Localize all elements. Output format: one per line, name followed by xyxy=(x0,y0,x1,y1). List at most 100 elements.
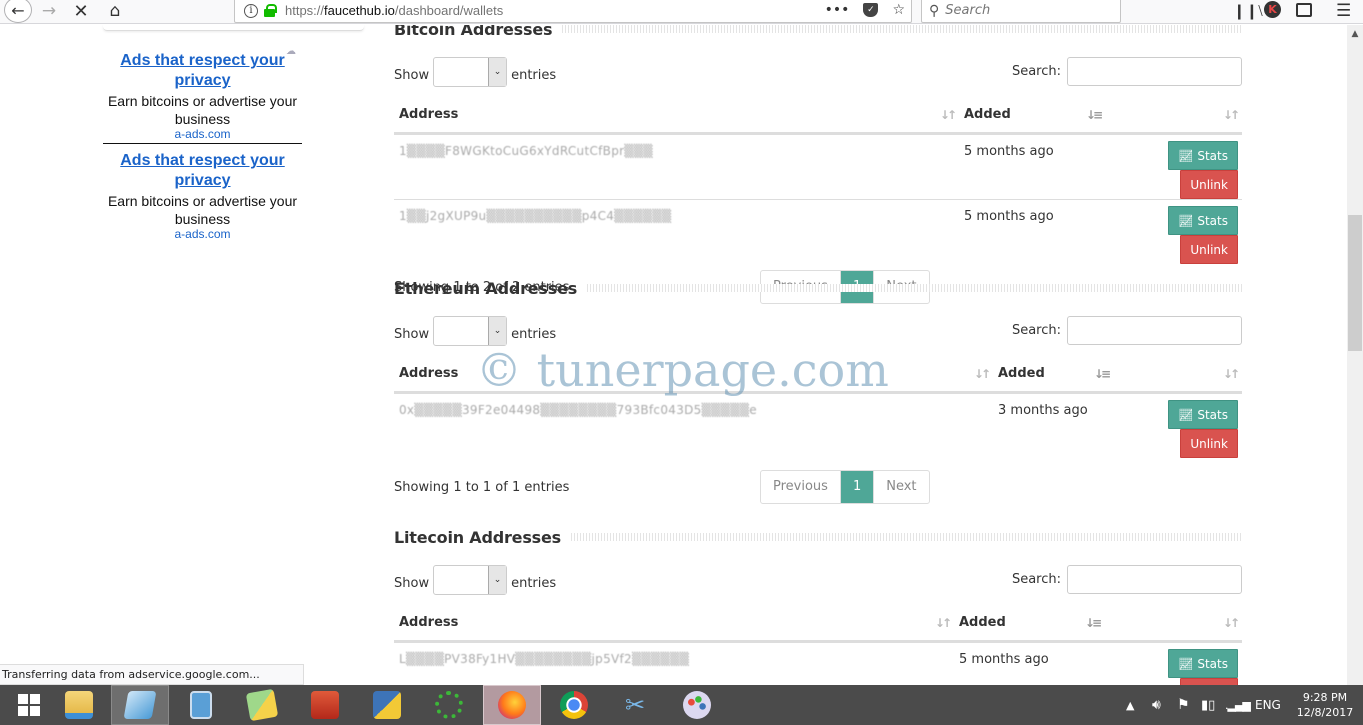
entries-label: entries xyxy=(511,326,557,342)
column-header-address[interactable]: Address ↓↑ xyxy=(394,97,959,135)
taskbar-firefox[interactable] xyxy=(483,685,541,725)
home-button[interactable]: ⌂ xyxy=(104,0,126,22)
column-header-address[interactable]: Address ↓↑ xyxy=(394,605,954,643)
more-actions-icon[interactable]: ••• xyxy=(825,2,850,18)
unlink-button[interactable]: Unlink xyxy=(1180,677,1238,685)
taskbar-calculator[interactable] xyxy=(172,685,230,725)
stats-button[interactable]: 📈︎ Stats xyxy=(1168,399,1238,429)
sort-icon[interactable]: ↓↑ xyxy=(974,367,991,381)
column-header-actions[interactable]: ↓↑ xyxy=(1104,605,1242,643)
paint-palette-icon xyxy=(683,691,711,719)
column-header-address[interactable]: Address ↓↑ xyxy=(394,356,993,394)
notepad-icon xyxy=(123,691,157,719)
forward-button[interactable]: → xyxy=(38,0,60,22)
taskbar-paint[interactable] xyxy=(668,685,726,725)
ad-title-link[interactable]: Ads that respect your privacy xyxy=(103,151,302,191)
column-header-added[interactable]: Added ↓≡ xyxy=(954,605,1104,643)
column-header-actions[interactable]: ↓↑ xyxy=(1113,356,1242,394)
chart-line-icon: 📈︎ xyxy=(1178,407,1194,422)
taskbar-python[interactable] xyxy=(358,685,416,725)
address-cell: 1▒▒▒▒F8WGKtoCuG6xYdRCutCfBpr▒▒▒ xyxy=(394,133,959,200)
sort-desc-icon[interactable]: ↓≡ xyxy=(1086,108,1103,122)
taskbar-chrome[interactable] xyxy=(545,685,603,725)
sort-icon[interactable]: ↓↑ xyxy=(940,108,957,122)
taskbar-file-explorer[interactable] xyxy=(50,685,108,725)
status-bar: Transferring data from adservice.google.… xyxy=(0,664,304,685)
taskbar-green-ring-app[interactable] xyxy=(420,685,478,725)
entries-per-page-select[interactable]: ⌄ xyxy=(433,565,508,595)
column-header-actions[interactable]: ↓↑ xyxy=(1105,97,1242,135)
ad-divider xyxy=(103,143,302,144)
stats-label: Stats xyxy=(1197,213,1228,228)
network-signal-icon[interactable]: .▂▄▆ xyxy=(1225,685,1251,725)
url-path: /dashboard/wallets xyxy=(394,3,504,18)
sort-icon[interactable]: ↓↑ xyxy=(1223,367,1240,381)
column-header-added[interactable]: Added ↓≡ xyxy=(959,97,1105,135)
sort-desc-icon[interactable]: ↓≡ xyxy=(1094,367,1111,381)
browser-search-input[interactable] xyxy=(945,3,1106,18)
stats-button[interactable]: 📈︎ Stats xyxy=(1168,140,1238,170)
action-center-flag-icon[interactable]: ⚑ xyxy=(1177,685,1190,725)
system-clock[interactable]: 9:28 PM 12/8/2017 xyxy=(1290,690,1360,720)
home-icon: ⌂ xyxy=(109,1,121,21)
unlink-button[interactable]: Unlink xyxy=(1180,428,1238,458)
ad-domain-link[interactable]: a-ads.com xyxy=(103,228,302,241)
volume-icon[interactable]: 🔊︎ xyxy=(1152,685,1161,725)
table-search-input[interactable] xyxy=(1067,565,1242,594)
show-hidden-icons-button[interactable]: ▲ xyxy=(1126,685,1134,725)
stats-button[interactable]: 📈︎ Stats xyxy=(1168,205,1238,235)
language-indicator[interactable]: ENG xyxy=(1255,685,1281,725)
entries-per-page-select[interactable]: ⌄ xyxy=(433,316,508,346)
entries-per-page-select[interactable]: ⌄ xyxy=(433,57,508,87)
ad-description: Earn bitcoins or advertise your business xyxy=(107,93,298,127)
table-search-input[interactable] xyxy=(1067,316,1242,345)
unlink-button[interactable]: Unlink xyxy=(1180,169,1238,199)
star-icon[interactable]: ☆ xyxy=(892,2,905,18)
taskbar-snipping-tool[interactable]: ✂ xyxy=(606,685,664,725)
scroll-up-arrow-icon[interactable]: ▲ xyxy=(1347,29,1363,39)
sidebar-toggle-icon[interactable] xyxy=(1296,3,1312,17)
column-header-added[interactable]: Added ↓≡ xyxy=(993,356,1113,394)
lock-icon[interactable] xyxy=(264,4,277,17)
sort-icon[interactable]: ↓↑ xyxy=(1223,108,1240,122)
stats-button[interactable]: 📈︎ Stats xyxy=(1168,648,1238,678)
browser-search-bar[interactable]: ⚲ xyxy=(921,0,1121,23)
hamburger-menu-icon[interactable]: ☰ xyxy=(1336,1,1351,21)
scrollbar-thumb[interactable] xyxy=(1348,215,1362,351)
scissors-icon: ✂ xyxy=(624,691,646,719)
chevron-down-icon: ⌄ xyxy=(488,317,507,345)
previous-page-button[interactable]: Previous xyxy=(761,471,841,503)
next-page-button[interactable]: Next xyxy=(873,471,928,503)
unlink-button[interactable]: Unlink xyxy=(1180,234,1238,264)
ad-title-link[interactable]: Ads that respect your privacy xyxy=(103,51,302,91)
bitcoin-addresses-section: Bitcoin Addresses Show ⌄ entries Search:… xyxy=(394,25,1242,306)
taskbar-red-app[interactable] xyxy=(296,685,354,725)
url-text[interactable]: https://faucethub.io/dashboard/wallets xyxy=(285,3,503,18)
vertical-scrollbar[interactable]: ▲ xyxy=(1347,25,1363,685)
arrow-left-icon: ← xyxy=(11,0,25,20)
battery-icon[interactable]: ▮▯ xyxy=(1201,685,1215,725)
header-label: Added xyxy=(959,614,1006,630)
pocket-icon[interactable]: ✓ xyxy=(863,3,879,17)
taskbar-sticky-notes[interactable] xyxy=(233,685,291,725)
clock-time: 9:28 PM xyxy=(1302,691,1348,704)
title-divider xyxy=(587,284,1242,292)
ad-domain-link[interactable]: a-ads.com xyxy=(103,128,302,141)
search-icon: ⚲ xyxy=(929,2,940,19)
stop-button[interactable]: ✕ xyxy=(70,0,92,22)
url-bar[interactable]: i https://faucethub.io/dashboard/wallets… xyxy=(234,0,912,23)
library-icon[interactable]: ❙❙⧵ xyxy=(1233,1,1263,21)
sort-desc-icon[interactable]: ↓≡ xyxy=(1085,616,1102,630)
sort-icon[interactable]: ↓↑ xyxy=(1223,616,1240,630)
added-cell: 5 months ago xyxy=(959,133,1105,200)
back-button[interactable]: ← xyxy=(4,0,32,23)
account-avatar[interactable]: K xyxy=(1264,1,1281,18)
folder-icon xyxy=(65,691,93,719)
ad-banner: Ads that respect your privacy Earn bitco… xyxy=(103,51,302,141)
ad-description: Earn bitcoins or advertise your business xyxy=(107,193,298,227)
taskbar-notepad[interactable] xyxy=(111,685,169,725)
sort-icon[interactable]: ↓↑ xyxy=(935,616,952,630)
info-icon[interactable]: i xyxy=(244,3,258,18)
table-search-input[interactable] xyxy=(1067,57,1242,86)
page-1-button[interactable]: 1 xyxy=(840,471,874,503)
